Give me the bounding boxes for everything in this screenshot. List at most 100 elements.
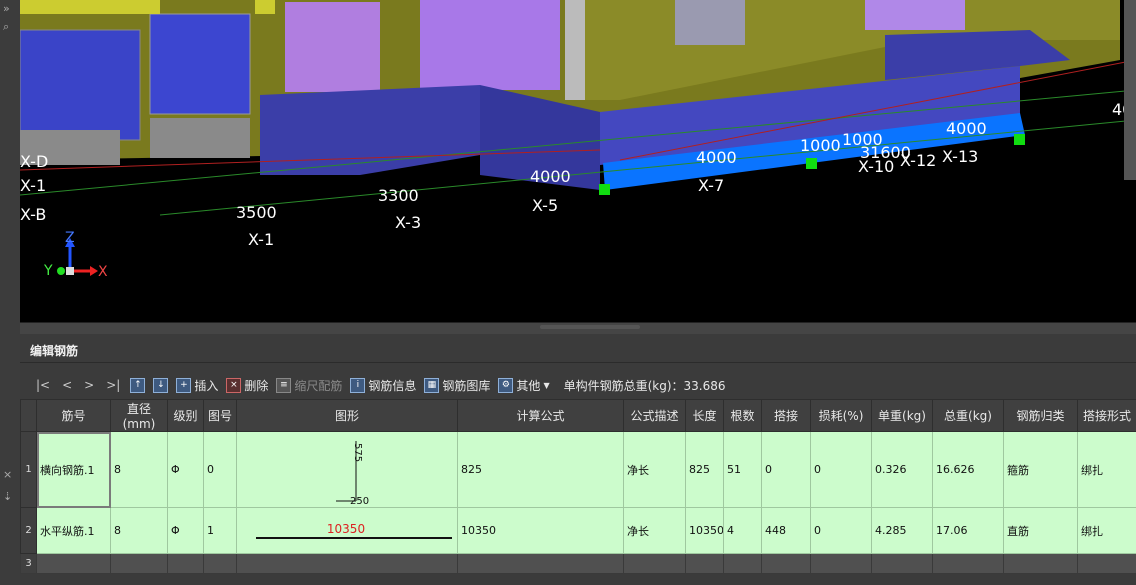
lap-cell[interactable]: 448 xyxy=(761,507,811,554)
grid-axis-label: X-7 xyxy=(698,176,724,195)
prev-record-button[interactable]: < xyxy=(60,378,74,392)
category-cell[interactable]: 直筋 xyxy=(1003,507,1078,554)
delete-icon: × xyxy=(226,377,242,393)
column-header[interactable]: 单重(kg) xyxy=(871,399,933,432)
search-icon[interactable]: ⌕ xyxy=(3,20,9,34)
length-cell[interactable]: 825 xyxy=(685,431,724,508)
table-row[interactable]: 3 xyxy=(20,553,1136,574)
column-header[interactable]: 筋号 xyxy=(36,399,111,432)
column-header[interactable]: 公式描述 xyxy=(623,399,686,432)
total-weight-cell[interactable]: 16.626 xyxy=(932,431,1004,508)
column-header[interactable]: 搭接形式 xyxy=(1077,399,1136,432)
row-number[interactable]: 3 xyxy=(20,553,37,574)
shape-dim-label: 10350 xyxy=(327,522,365,536)
category-cell[interactable]: 箍筋 xyxy=(1003,431,1078,508)
column-header[interactable]: 损耗(%) xyxy=(810,399,872,432)
rebar-library-button[interactable]: ▦ 钢筋图库 xyxy=(424,377,490,394)
shape-no-cell[interactable]: 1 xyxy=(203,507,237,554)
insert-button[interactable]: + 插入 xyxy=(176,377,218,394)
grade-cell[interactable]: Φ xyxy=(167,431,204,508)
gizmo-z-label: Z xyxy=(65,230,75,246)
window-purple xyxy=(420,0,560,90)
shape-cell[interactable]: 575 250 xyxy=(236,431,458,508)
row-number[interactable]: 1 xyxy=(20,431,37,508)
shape-cell[interactable]: 10350 xyxy=(236,507,458,554)
lap-cell[interactable]: 0 xyxy=(761,431,811,508)
column xyxy=(565,0,585,100)
move-up-button[interactable]: ↑ xyxy=(130,377,146,393)
scale-icon: ≡ xyxy=(276,377,292,393)
window-gray xyxy=(675,0,745,45)
count-cell[interactable]: 4 xyxy=(723,507,762,554)
first-record-button[interactable]: |< xyxy=(34,378,52,392)
row-number[interactable]: 2 xyxy=(20,507,37,554)
diameter-cell[interactable]: 8 xyxy=(110,507,168,554)
arrow-down-icon: ↓ xyxy=(153,377,169,393)
desc-cell[interactable]: 净长 xyxy=(623,507,686,554)
header-corner xyxy=(20,399,37,432)
grid-axis-label: X-1 xyxy=(248,230,274,249)
shape-dim-horizontal: 250 xyxy=(350,496,369,507)
lap-type-cell[interactable]: 绑扎 xyxy=(1077,431,1136,508)
total-weight-cell[interactable]: 17.06 xyxy=(932,507,1004,554)
move-down-button[interactable]: ↓ xyxy=(153,377,169,393)
desc-cell[interactable]: 净长 xyxy=(623,431,686,508)
loss-cell[interactable]: 0 xyxy=(810,431,872,508)
column-header[interactable]: 总重(kg) xyxy=(932,399,1004,432)
grip-point[interactable] xyxy=(806,158,817,169)
column-header[interactable]: 直径(mm) xyxy=(110,399,168,432)
delete-button[interactable]: × 删除 xyxy=(226,377,268,394)
rebar-info-button[interactable]: i 钢筋信息 xyxy=(350,377,416,394)
formula-cell[interactable]: 10350 xyxy=(457,507,624,554)
yellow-band xyxy=(20,0,160,14)
column-header[interactable]: 图形 xyxy=(236,399,458,432)
dimension-label: 1000 xyxy=(800,136,841,155)
bar-name-cell[interactable]: 横向钢筋.1 xyxy=(36,431,111,508)
column-header[interactable]: 搭接 xyxy=(761,399,811,432)
length-cell[interactable]: 10350 xyxy=(685,507,724,554)
column-header[interactable]: 图号 xyxy=(203,399,237,432)
unit-weight-cell[interactable]: 4.285 xyxy=(871,507,933,554)
grid-axis-label: X-3 xyxy=(395,213,421,232)
right-tool-strip xyxy=(1124,0,1136,180)
grid-axis-label: X-1 xyxy=(20,176,46,195)
window xyxy=(20,29,141,141)
unit-weight-cell[interactable]: 0.326 xyxy=(871,431,933,508)
last-record-button[interactable]: >| xyxy=(104,378,122,392)
table-row[interactable]: 1 横向钢筋.1 8 Φ 0 575 250 825 净长 825 51 0 0… xyxy=(20,431,1136,508)
window-purple xyxy=(865,0,965,30)
window-purple xyxy=(285,2,380,92)
collapse-icon[interactable]: ⇣ xyxy=(3,490,12,503)
lap-type-cell[interactable]: 绑扎 xyxy=(1077,507,1136,554)
column-header[interactable]: 根数 xyxy=(723,399,762,432)
diameter-cell[interactable]: 8 xyxy=(110,431,168,508)
table-row[interactable]: 2 水平纵筋.1 8 Φ 1 10350 10350 净长 10350 4 44… xyxy=(20,507,1136,554)
grip-point[interactable] xyxy=(1014,134,1025,145)
yellow-band xyxy=(255,0,275,14)
other-menu-button[interactable]: ⚙ 其他 ▼ xyxy=(498,377,550,394)
grid-axis-label: X-13 xyxy=(942,147,978,166)
grip-point[interactable] xyxy=(599,184,610,195)
dimension-label: 4000 xyxy=(530,167,571,186)
loss-cell[interactable]: 0 xyxy=(810,507,872,554)
column-header[interactable]: 钢筋归类 xyxy=(1003,399,1078,432)
expand-icon[interactable]: » xyxy=(3,2,10,15)
settings-icon: ⚙ xyxy=(498,377,514,393)
scale-rebar-button[interactable]: ≡ 缩尺配筋 xyxy=(276,377,342,394)
library-icon: ▦ xyxy=(424,377,440,393)
column-header[interactable]: 计算公式 xyxy=(457,399,624,432)
next-record-button[interactable]: > xyxy=(82,378,96,392)
close-icon[interactable]: × xyxy=(3,468,12,481)
dimension-label: 4000 xyxy=(696,148,737,167)
panel-title: 编辑钢筋 xyxy=(30,344,79,358)
count-cell[interactable]: 51 xyxy=(723,431,762,508)
column-header[interactable]: 级别 xyxy=(167,399,204,432)
window-sill xyxy=(150,118,250,158)
edit-rebar-panel: 编辑钢筋 |< < > >| ↑ ↓ + 插入 × 删除 ≡ 缩尺配筋 i 钢筋信息 ▦… xyxy=(20,334,1136,585)
bar-name-cell[interactable]: 水平纵筋.1 xyxy=(36,507,111,554)
formula-cell[interactable]: 825 xyxy=(457,431,624,508)
grade-cell[interactable]: Φ xyxy=(167,507,204,554)
3d-viewport[interactable]: X-D X-1 X-B X-1 X-3 X-5 X-7 X-10 X-12 X-… xyxy=(20,0,1136,322)
column-header[interactable]: 长度 xyxy=(685,399,724,432)
shape-no-cell[interactable]: 0 xyxy=(203,431,237,508)
